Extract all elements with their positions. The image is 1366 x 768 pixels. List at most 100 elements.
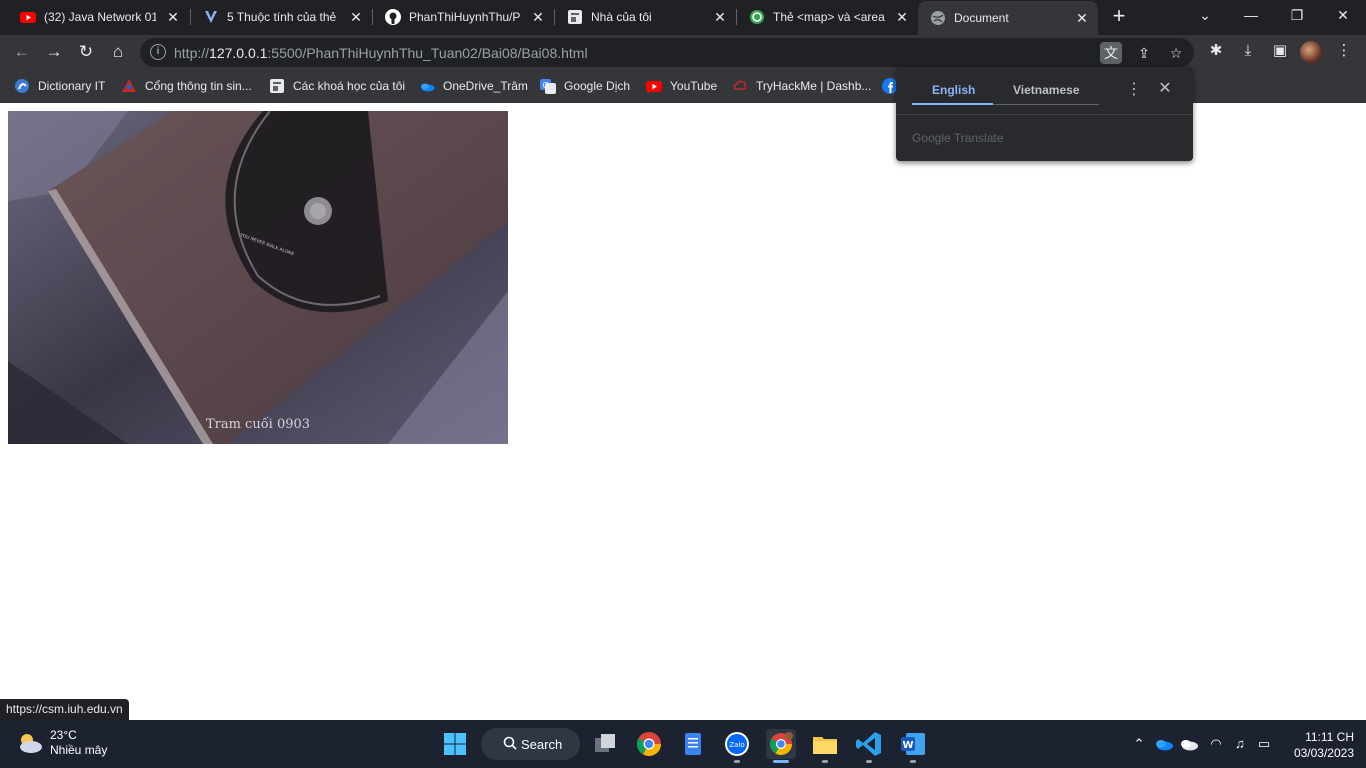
chrome-menu-icon[interactable]: ⋮ bbox=[1333, 40, 1355, 62]
tab-github[interactable]: PhanThiHuynhThu/Ph ✕ bbox=[373, 0, 554, 34]
notepad-icon[interactable] bbox=[678, 729, 708, 759]
brand-google: Google bbox=[912, 131, 951, 145]
url-text[interactable]: http://127.0.0.1:5500/PhanThiHuynhThu_Tu… bbox=[174, 45, 588, 61]
home-button[interactable]: ⌂ bbox=[106, 40, 130, 64]
tab-youtube[interactable]: (32) Java Network 01 - ✕ bbox=[8, 0, 189, 34]
weather-widget[interactable]: 23°C Nhiều mây bbox=[16, 728, 107, 758]
bookmark-label: OneDrive_Trâm bbox=[443, 79, 528, 93]
bookmark-label: Cổng thông tin sin... bbox=[145, 79, 252, 93]
tab-vietnamese[interactable]: Vietnamese bbox=[1013, 83, 1080, 97]
running-indicator bbox=[822, 760, 828, 763]
windows-start-icon[interactable] bbox=[440, 729, 470, 759]
tab-title: (32) Java Network 01 - bbox=[44, 10, 156, 24]
bookmark-label: Dictionary IT bbox=[38, 79, 106, 93]
tab-nha-cua-toi[interactable]: Nhà của tôi ✕ bbox=[555, 0, 736, 34]
tab-search-button[interactable]: ⌄ bbox=[1182, 0, 1228, 32]
info-icon[interactable]: i bbox=[150, 44, 166, 60]
tryhackme-icon bbox=[733, 80, 747, 90]
tab-the-map[interactable]: Thẻ <map> và <area> ✕ bbox=[737, 0, 918, 34]
task-view-icon[interactable] bbox=[590, 729, 620, 759]
v-logo-icon bbox=[205, 11, 217, 23]
bookmark-item[interactable]: Dictionary IT bbox=[14, 76, 105, 96]
tab-document[interactable]: Document ✕ bbox=[918, 1, 1098, 35]
svg-text:W: W bbox=[902, 740, 913, 751]
tab-thuoc-tinh[interactable]: 5 Thuộc tính của thẻ in ✕ bbox=[191, 0, 372, 34]
onedrive-icon bbox=[421, 83, 435, 92]
tab-title: PhanThiHuynhThu/Ph bbox=[409, 10, 521, 24]
tab-title: Nhà của tôi bbox=[591, 10, 652, 24]
close-tab-icon[interactable]: ✕ bbox=[894, 9, 910, 25]
back-button[interactable]: ← bbox=[10, 40, 34, 64]
tab-divider bbox=[993, 104, 1099, 105]
side-panel-icon[interactable]: ▣ bbox=[1269, 40, 1291, 62]
translate-icon[interactable]: 文 bbox=[1100, 42, 1122, 64]
cloudy-weather-icon bbox=[20, 734, 42, 753]
windows-taskbar: 23°C Nhiều mây Search Zalo W ⌃ ◠ ♫ ▭ 11:1… bbox=[0, 720, 1366, 768]
iuh-icon bbox=[122, 79, 136, 92]
file-explorer-icon[interactable] bbox=[810, 729, 840, 759]
content-image[interactable]: YOU NEVER WALK ALONE Tram cuối 0903 bbox=[8, 111, 508, 444]
volume-icon[interactable]: ♫ bbox=[1230, 734, 1250, 754]
onedrive-personal-tray-icon[interactable] bbox=[1179, 734, 1199, 754]
clock-date: 03/03/2023 bbox=[1293, 746, 1354, 760]
bookmark-item[interactable]: OneDrive_Trâm bbox=[419, 76, 528, 96]
onedrive-tray-icon[interactable] bbox=[1154, 734, 1174, 754]
svg-text:G: G bbox=[543, 81, 549, 90]
share-icon[interactable]: ⇪ bbox=[1133, 42, 1155, 64]
edge-icon bbox=[15, 79, 29, 93]
download-icon[interactable]: ⤓ bbox=[1237, 40, 1259, 62]
bookmark-item[interactable]: G Google Dịch bbox=[540, 76, 630, 96]
google-translate-icon: G bbox=[540, 79, 556, 94]
bookmark-label: Các khoá học của tôi bbox=[293, 79, 406, 93]
url-host: 127.0.0.1 bbox=[209, 45, 268, 61]
close-popup-icon[interactable]: ✕ bbox=[1156, 80, 1174, 98]
minimize-button[interactable]: — bbox=[1228, 0, 1274, 32]
page-icon bbox=[568, 10, 582, 24]
close-window-button[interactable]: ✕ bbox=[1320, 0, 1366, 32]
google-translate-brand: Google Translate bbox=[912, 131, 1003, 145]
system-clock[interactable]: 11:11 CH 03/03/2023 bbox=[1284, 729, 1354, 761]
bookmark-item[interactable]: Các khoá học của tôi bbox=[269, 76, 405, 96]
running-indicator bbox=[910, 760, 916, 763]
close-tab-icon[interactable]: ✕ bbox=[530, 9, 546, 25]
tab-title: Thẻ <map> và <area> bbox=[773, 10, 885, 24]
forward-button[interactable]: → bbox=[42, 40, 66, 64]
bookmark-item[interactable]: YouTube bbox=[646, 76, 717, 96]
reload-button[interactable]: ↻ bbox=[74, 40, 98, 64]
address-bar[interactable]: i http://127.0.0.1:5500/PhanThiHuynhThu_… bbox=[140, 38, 1194, 67]
selected-tab-indicator bbox=[912, 103, 993, 105]
profile-avatar[interactable] bbox=[1300, 41, 1322, 63]
vscode-icon[interactable] bbox=[854, 729, 884, 759]
bookmark-item[interactable]: TryHackMe | Dashb... bbox=[732, 76, 871, 96]
running-indicator bbox=[866, 760, 872, 763]
weather-temp: 23°C bbox=[50, 728, 77, 742]
close-tab-icon[interactable]: ✕ bbox=[1074, 10, 1090, 26]
tab-english[interactable]: English bbox=[932, 83, 975, 97]
search-label: Search bbox=[521, 736, 563, 752]
toolbar: ← → ↻ ⌂ i http://127.0.0.1:5500/PhanThiH… bbox=[0, 35, 1366, 69]
close-tab-icon[interactable]: ✕ bbox=[712, 9, 728, 25]
bookmark-label: Google Dịch bbox=[564, 79, 631, 93]
taskbar-search[interactable]: Search bbox=[481, 728, 580, 760]
youtube-icon bbox=[20, 12, 36, 23]
running-indicator bbox=[734, 760, 740, 763]
zalo-icon[interactable]: Zalo bbox=[722, 729, 752, 759]
bookmark-item[interactable]: Cổng thông tin sin... bbox=[121, 76, 252, 96]
extensions-puzzle-icon[interactable]: ✱ bbox=[1205, 40, 1227, 62]
battery-icon[interactable]: ▭ bbox=[1254, 734, 1274, 754]
chrome-profile-icon[interactable] bbox=[766, 729, 796, 759]
translate-popup: English Vietnamese ⋮ ✕ Google Translate bbox=[896, 67, 1193, 161]
new-tab-button[interactable]: + bbox=[1107, 4, 1131, 28]
wifi-icon[interactable]: ◠ bbox=[1206, 734, 1226, 754]
close-tab-icon[interactable]: ✕ bbox=[165, 9, 181, 25]
bookmark-star-icon[interactable]: ☆ bbox=[1165, 42, 1187, 64]
chrome-icon[interactable] bbox=[634, 729, 664, 759]
more-options-icon[interactable]: ⋮ bbox=[1126, 81, 1142, 99]
close-tab-icon[interactable]: ✕ bbox=[348, 9, 364, 25]
github-icon bbox=[385, 9, 401, 25]
cd-photo: YOU NEVER WALK ALONE Tram cuối 0903 bbox=[8, 111, 508, 444]
show-hidden-icons-chevron-icon[interactable]: ⌃ bbox=[1131, 734, 1147, 754]
restore-button[interactable]: ❐ bbox=[1274, 0, 1320, 32]
word-icon[interactable]: W bbox=[898, 729, 928, 759]
tab-title: 5 Thuộc tính của thẻ in bbox=[227, 10, 339, 24]
